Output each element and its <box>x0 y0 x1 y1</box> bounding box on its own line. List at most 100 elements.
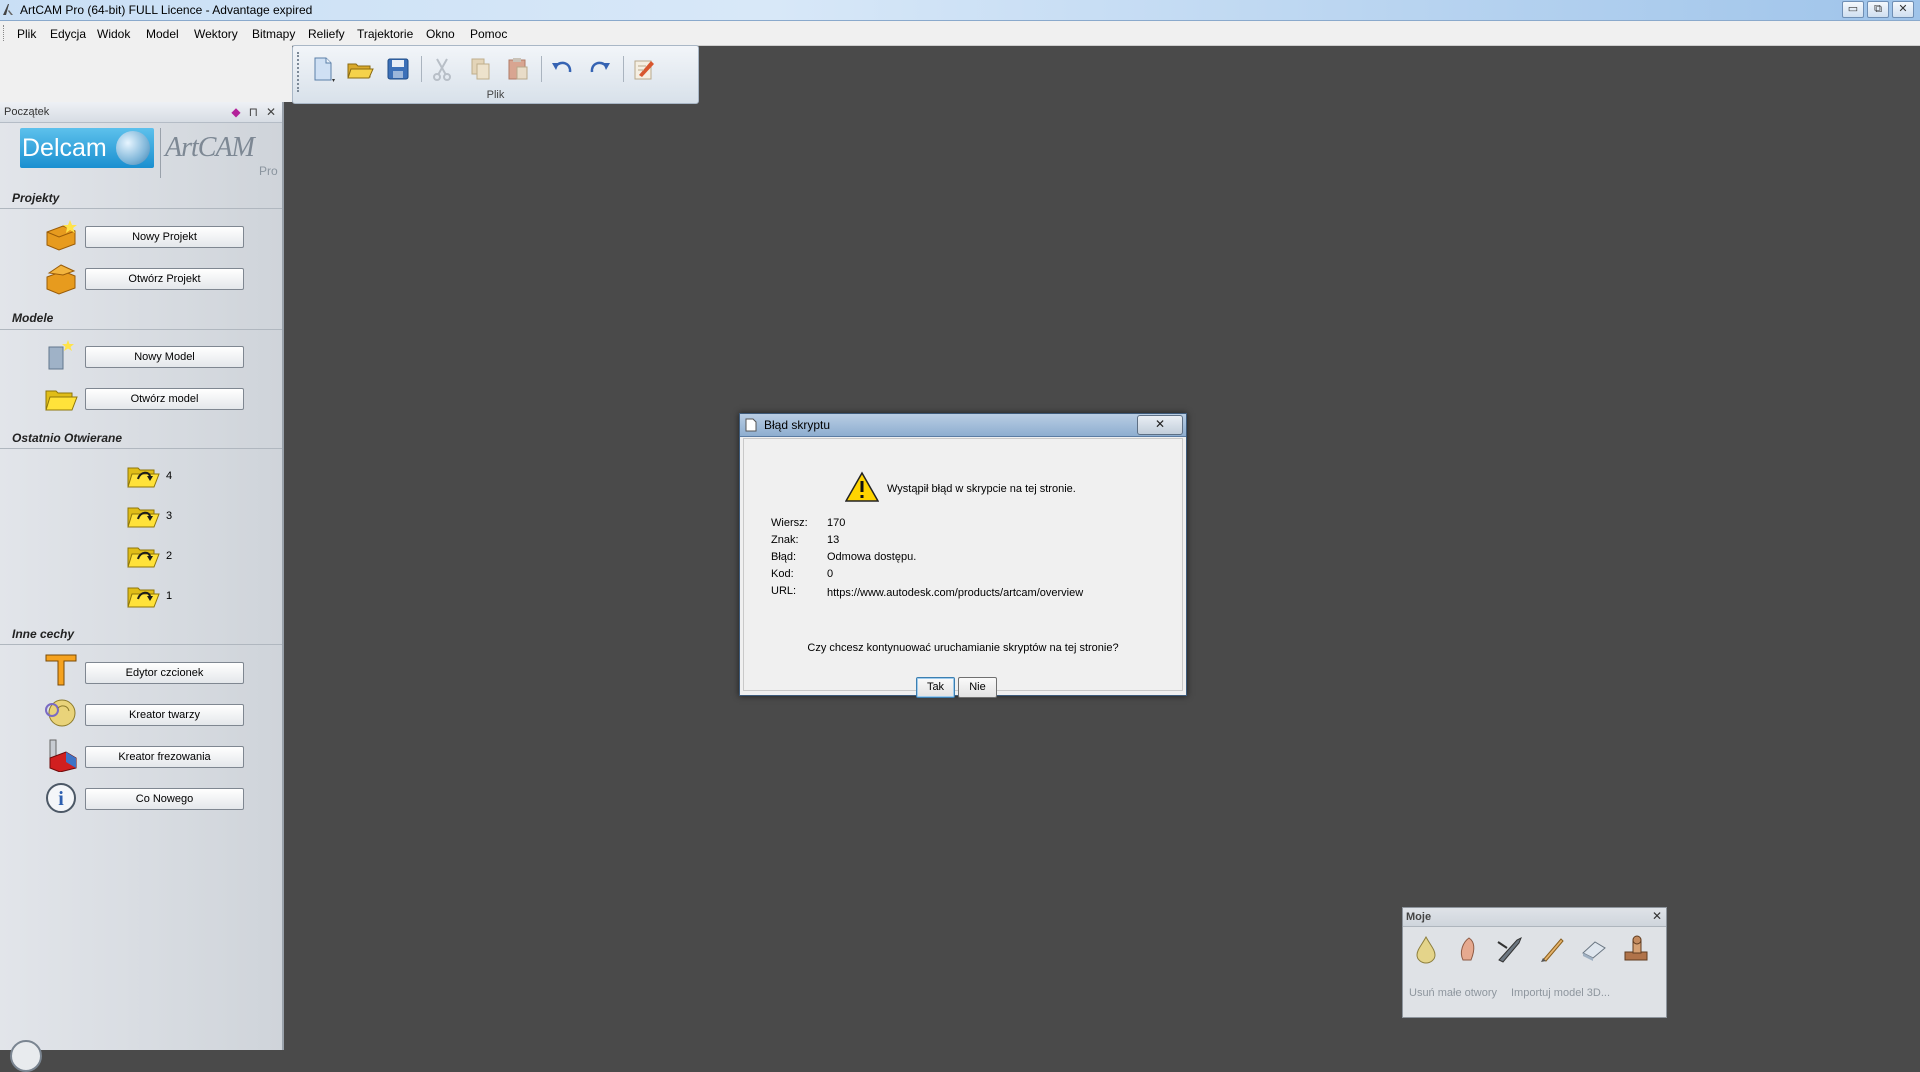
panel-options-icon[interactable]: ◆ <box>231 105 240 119</box>
artcam-logo: ArtCAM Pro <box>160 128 281 178</box>
font-editor-icon[interactable] <box>44 653 78 687</box>
import-3d-model-action[interactable]: Importuj model 3D... <box>1511 987 1610 999</box>
new-project-button[interactable]: Nowy Projekt <box>85 226 244 248</box>
milling-wizard-icon[interactable] <box>44 738 78 772</box>
error-message: Wystąpił błąd w skrypcie na tej stronie. <box>887 483 1076 495</box>
close-button[interactable]: ✕ <box>1892 1 1914 18</box>
open-model-button[interactable]: Otwórz model <box>85 388 244 410</box>
recent-folder-icon <box>127 467 160 488</box>
sculpt-tool-icon[interactable] <box>1495 934 1525 964</box>
toolbar-dock-area <box>0 45 292 102</box>
delcam-logo-text: Delcam <box>22 134 107 162</box>
menu-reliefy[interactable]: Reliefy <box>308 27 345 41</box>
menu-wektory[interactable]: Wektory <box>194 27 238 41</box>
moje-tools <box>1411 934 1651 964</box>
eraser-icon[interactable] <box>1579 934 1609 964</box>
moje-close-icon[interactable]: ✕ <box>1652 909 1662 923</box>
smudge-icon[interactable] <box>1453 934 1483 964</box>
window-title: ArtCAM Pro (64-bit) FULL Licence - Advan… <box>20 3 313 17</box>
stamp-icon[interactable] <box>1621 934 1651 964</box>
new-file-icon[interactable] <box>307 55 337 83</box>
whats-new-button[interactable]: Co Nowego <box>85 788 244 810</box>
pin-icon[interactable]: ⊓ <box>249 105 258 119</box>
new-model-icon[interactable] <box>44 338 78 372</box>
window-controls: ▭ ⧉ ✕ <box>1842 1 1914 18</box>
dialog-close-button[interactable]: ✕ <box>1137 415 1183 435</box>
continue-question: Czy chcesz kontynuować uruchamianie skry… <box>807 642 1119 654</box>
artcam-logo-text: ArtCAM <box>165 132 255 163</box>
paste-icon[interactable] <box>503 55 533 83</box>
code-value: 0 <box>827 568 834 580</box>
section-projects: Projekty <box>12 191 60 205</box>
drop-icon[interactable] <box>1411 934 1441 964</box>
new-model-button[interactable]: Nowy Model <box>85 346 244 368</box>
notes-icon[interactable] <box>629 55 659 83</box>
dialog-title: Błąd skryptu <box>764 418 831 432</box>
menu-trajektorie[interactable]: Trajektorie <box>357 27 413 41</box>
toolbar-grip[interactable] <box>297 52 299 92</box>
yes-button[interactable]: Tak <box>916 677 955 698</box>
font-editor-button[interactable]: Edytor czcionek <box>85 662 244 684</box>
toolbar-separator <box>541 56 542 82</box>
open-project-icon[interactable] <box>44 261 78 295</box>
menu-plik[interactable]: Plik <box>17 27 36 41</box>
info-icon[interactable]: i <box>44 781 78 815</box>
menu-pomoc[interactable]: Pomoc <box>470 27 507 41</box>
navigation-icon[interactable] <box>10 1040 42 1072</box>
error-value: Odmowa dostępu. <box>827 551 917 563</box>
recent-item[interactable]: 4 <box>126 462 172 488</box>
recent-folder-icon <box>127 587 160 608</box>
recent-item-label: 3 <box>166 510 173 522</box>
globe-icon <box>116 131 150 165</box>
minimize-button[interactable]: ▭ <box>1842 1 1864 18</box>
remove-small-holes-action[interactable]: Usuń małe otwory <box>1409 987 1497 999</box>
menu-edycja[interactable]: Edycja <box>50 27 86 41</box>
warning-icon <box>845 471 879 502</box>
face-wizard-button[interactable]: Kreator twarzy <box>85 704 244 726</box>
panel-title: Początek <box>4 106 50 118</box>
copy-icon[interactable] <box>465 55 495 83</box>
menubar-grip[interactable] <box>3 25 6 41</box>
cut-icon[interactable] <box>427 55 457 83</box>
dialog-body: Wystąpił błąd w skrypcie na tej stronie.… <box>743 438 1183 698</box>
open-model-icon[interactable] <box>44 381 78 415</box>
line-value: 170 <box>827 517 846 529</box>
brush-icon[interactable] <box>1537 934 1567 964</box>
recent-item[interactable]: 1 <box>126 582 172 608</box>
menu-bitmapy[interactable]: Bitmapy <box>252 27 295 41</box>
section-divider <box>0 448 282 449</box>
milling-wizard-button[interactable]: Kreator frezowania <box>85 746 244 768</box>
panel-close-icon[interactable]: ✕ <box>266 105 276 119</box>
section-divider <box>0 329 282 330</box>
section-divider <box>0 208 282 209</box>
recent-item-label: 2 <box>166 550 173 562</box>
toolbar-separator <box>623 56 624 82</box>
menu-model[interactable]: Model <box>146 27 179 41</box>
menu-okno[interactable]: Okno <box>426 27 455 41</box>
recent-item[interactable]: 3 <box>126 502 172 528</box>
moje-header: Moje ✕ <box>1403 908 1666 927</box>
toolbar-label: Plik <box>486 89 505 101</box>
redo-icon[interactable] <box>585 55 615 83</box>
menu-widok[interactable]: Widok <box>97 27 130 41</box>
new-project-icon[interactable] <box>44 218 78 252</box>
save-icon[interactable] <box>383 55 413 83</box>
toolbar-separator <box>421 56 422 82</box>
recent-item[interactable]: 2 <box>126 542 172 568</box>
open-folder-icon[interactable] <box>345 55 375 83</box>
code-label: Kod: <box>771 568 794 580</box>
restore-button[interactable]: ⧉ <box>1867 1 1889 18</box>
file-toolbar: Plik <box>292 45 699 104</box>
line-label: Wiersz: <box>771 517 808 529</box>
open-project-button[interactable]: Otwórz Projekt <box>85 268 244 290</box>
url-value: https://www.autodesk.com/products/artcam… <box>827 587 1084 599</box>
face-wizard-icon[interactable] <box>44 696 78 730</box>
window-title-bar: ArtCAM Pro (64-bit) FULL Licence - Advan… <box>0 0 1920 21</box>
svg-text:i: i <box>58 788 64 810</box>
undo-icon[interactable] <box>547 55 577 83</box>
section-divider <box>0 644 282 645</box>
no-button[interactable]: Nie <box>958 677 997 698</box>
section-models: Modele <box>12 311 54 325</box>
dialog-title-bar: Błąd skryptu ✕ <box>740 414 1186 437</box>
script-error-dialog: Błąd skryptu ✕ Wystąpił błąd w skrypcie … <box>739 413 1187 698</box>
